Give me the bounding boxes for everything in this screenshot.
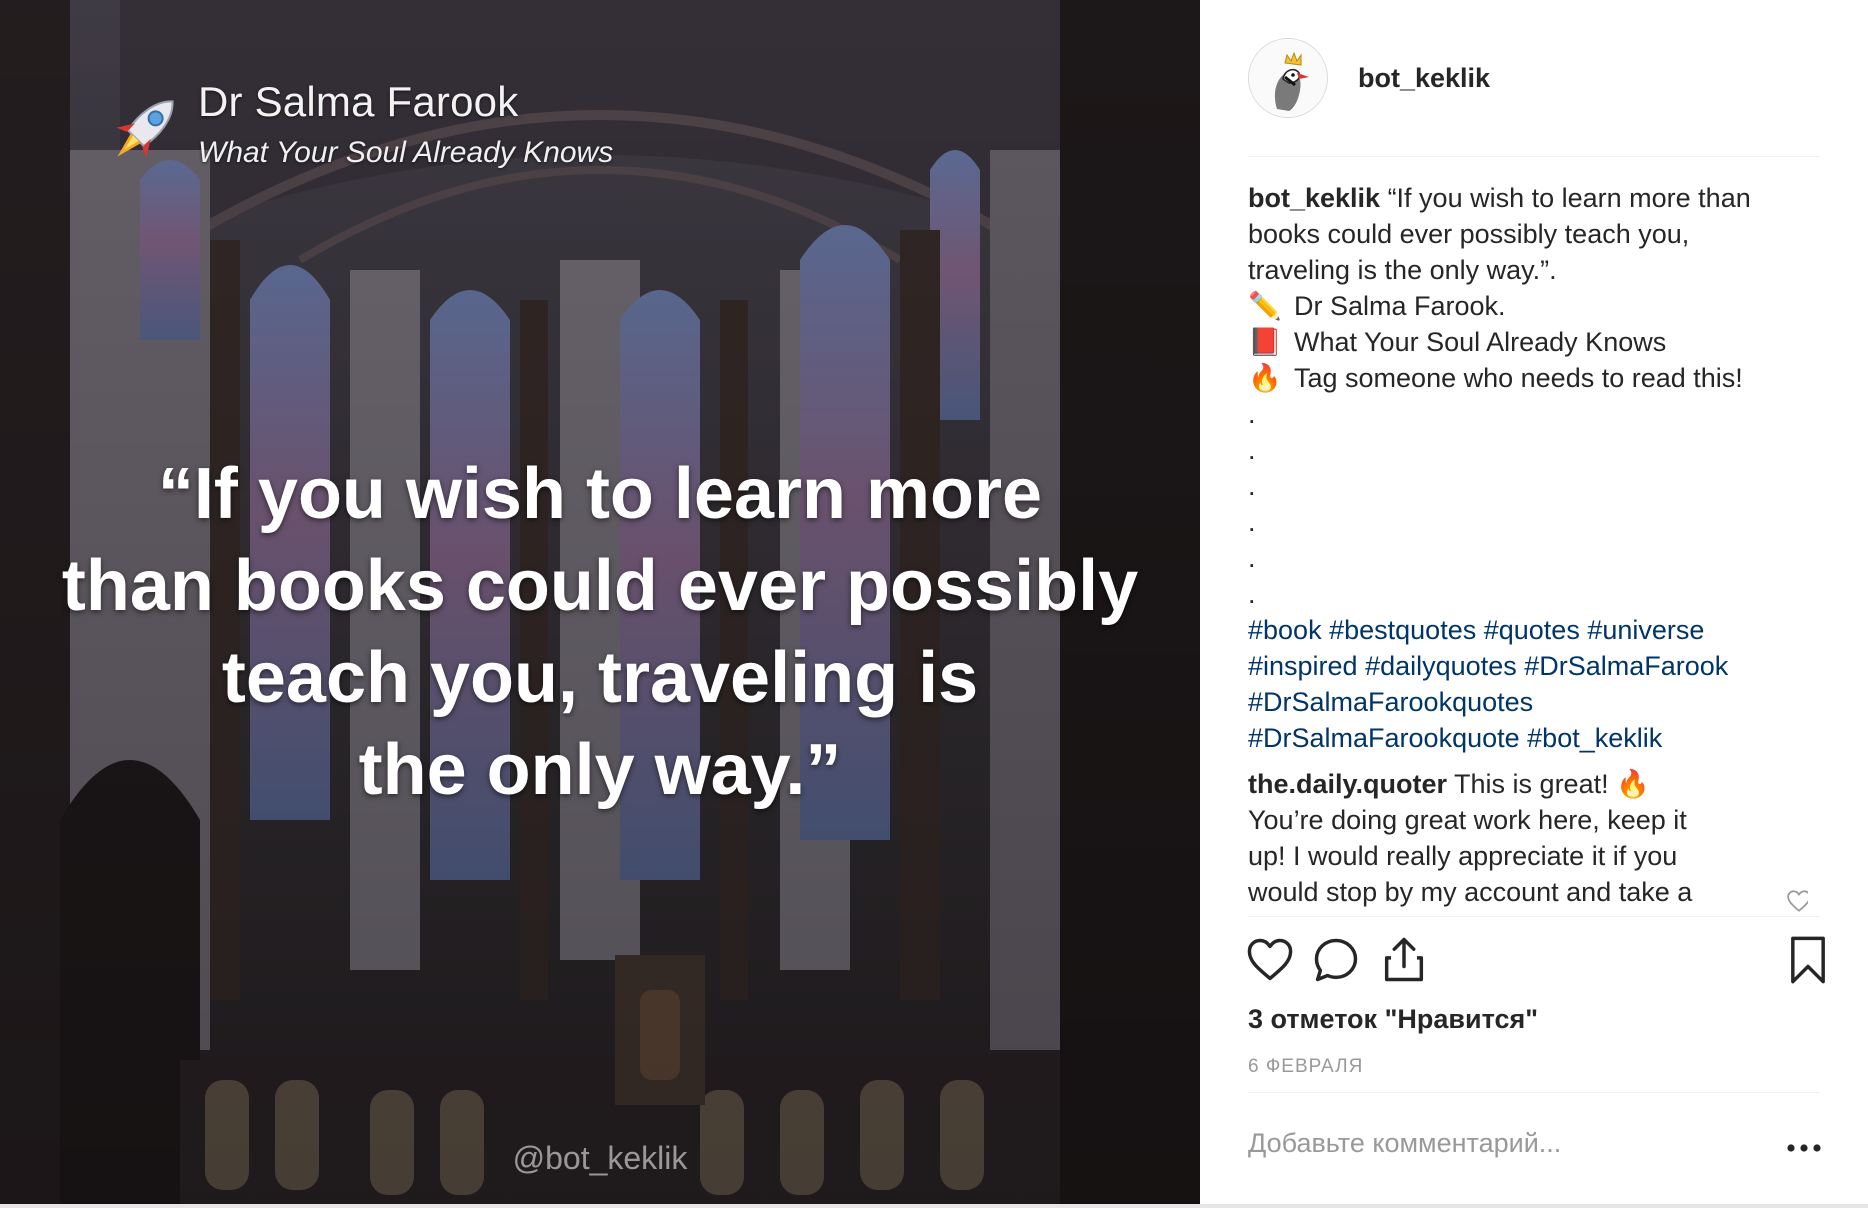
hashtag-link[interactable]: #quotes [1484,615,1580,645]
overlay-author-name: Dr Salma Farook [198,78,519,125]
post-date[interactable]: 6 ФЕВРАЛЯ [1248,1056,1363,1078]
overlay-quote-line: teach you, traveling is [221,638,979,718]
caption: bot_keklik “If you wish to learn more th… [1248,180,1808,756]
rocket-icon [116,100,174,158]
caption-dot: . [1248,543,1256,573]
comment-text-line: up! I would really appreciate it if you [1248,841,1678,871]
header-divider [1248,156,1820,157]
partridge-with-crown-avatar-icon [1249,39,1327,117]
likes-count[interactable]: 3 отметок "Нравится" [1248,1004,1538,1035]
hashtag-link[interactable]: #DrSalmaFarookquotes [1248,687,1533,717]
bottom-divider [0,1204,1868,1208]
comment-text-line: would stop by my account and take a [1248,877,1693,907]
caption-dot: . [1248,471,1256,501]
post-header: bot_keklik [1248,38,1490,118]
bookmark-icon[interactable] [1782,934,1834,986]
hashtag-link[interactable]: #bestquotes [1329,615,1476,645]
caption-text-line: traveling is the only way.”. [1248,255,1557,285]
hashtag-link[interactable]: #DrSalmaFarook [1524,651,1728,681]
caption-author-line: ✏️ Dr Salma Farook. [1248,288,1808,324]
share-icon[interactable] [1378,934,1430,986]
hashtag-list: #book #bestquotes #quotes #universe #ins… [1248,612,1808,756]
caption-text-line: books could ever possibly teach you, [1248,219,1690,249]
comment-bubble-icon[interactable] [1310,934,1362,986]
footer-divider [1248,1092,1820,1093]
comment-heart-icon[interactable] [1786,888,1808,914]
caption-tag-text: Tag someone who needs to read this! [1294,363,1743,393]
red-book-icon: 📕 [1248,327,1282,357]
add-comment-input[interactable] [1248,1128,1708,1159]
caption-book-line: 📕 What Your Soul Already Knows [1248,324,1808,360]
overlay-quote-line: the only way.” [358,730,842,810]
caption-author-text: Dr Salma Farook. [1294,291,1506,321]
caption-book-text: What Your Soul Already Knows [1294,327,1667,357]
header-username-link[interactable]: bot_keklik [1358,63,1490,94]
overlay-book-title: What Your Soul Already Knows [198,136,614,169]
comments-scroll-area[interactable]: bot_keklik “If you wish to learn more th… [1248,180,1808,914]
hashtag-link[interactable]: #book [1248,615,1322,645]
overlay-quote-line: “If you wish to learn more [157,454,1043,534]
watermark: @bot_keklik [512,1140,688,1176]
comment-text-line: You’re doing great work here, keep it [1248,805,1687,835]
hashtag-link[interactable]: #dailyquotes [1365,651,1517,681]
comment-username-link[interactable]: the.daily.quoter [1248,769,1447,799]
overlay-quote: “If you wish to learn more than books co… [40,448,1160,816]
comment: the.daily.quoter This is great! 🔥 You’re… [1248,766,1808,912]
action-bar [1244,934,1825,988]
caption-dot: . [1248,579,1256,609]
more-options-icon[interactable] [1786,1140,1822,1156]
comments-divider [1248,916,1820,917]
caption-dot: . [1248,507,1256,537]
hashtag-link[interactable]: #inspired [1248,651,1358,681]
like-heart-icon[interactable] [1244,934,1296,986]
post-image[interactable]: Dr Salma Farook What Your Soul Already K… [0,0,1200,1204]
avatar[interactable] [1248,38,1328,118]
fire-icon: 🔥 [1248,363,1282,393]
caption-dot: . [1248,399,1256,429]
caption-username-link[interactable]: bot_keklik [1248,183,1380,213]
hashtag-link[interactable]: #bot_keklik [1527,723,1662,753]
pencil-icon: ✏️ [1248,291,1282,321]
caption-text-line: “If you wish to learn more than [1380,183,1751,213]
comment-text-line: This is great! 🔥 [1447,769,1650,799]
caption-tag-line: 🔥 Tag someone who needs to read this! [1248,360,1808,396]
caption-dot: . [1248,435,1256,465]
post-details-panel: bot_keklik bot_keklik “If you wish to le… [1200,0,1868,1204]
overlay-quote-line: than books could ever possibly [61,546,1139,626]
hashtag-link[interactable]: #universe [1587,615,1704,645]
hashtag-link[interactable]: #DrSalmaFarookquote [1248,723,1520,753]
